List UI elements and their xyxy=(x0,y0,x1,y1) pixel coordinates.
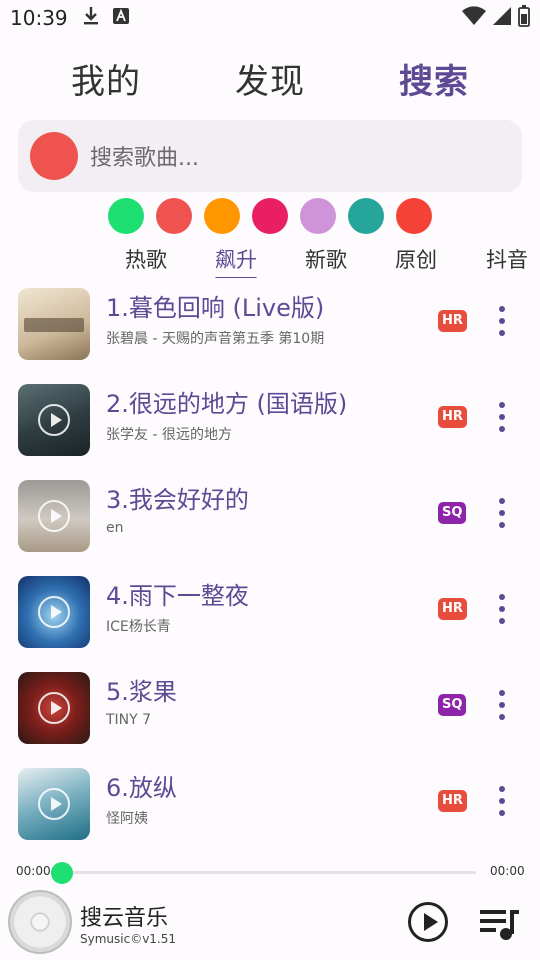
song-title: 4.雨下一整夜 xyxy=(106,582,249,610)
album-cover xyxy=(18,384,90,456)
song-row[interactable]: 3.我会好好的 en SQ xyxy=(0,476,540,556)
song-row[interactable]: 4.雨下一整夜 ICE杨长青 HR xyxy=(0,572,540,652)
tab-discover[interactable]: 发现 xyxy=(235,54,305,103)
album-disc[interactable] xyxy=(8,890,72,954)
quality-badge: HR xyxy=(438,598,467,620)
a-icon xyxy=(112,7,130,30)
status-time: 10:39 xyxy=(10,6,68,30)
battery-icon xyxy=(518,5,530,31)
song-title: 6.放纵 xyxy=(106,774,177,802)
more-options-icon[interactable] xyxy=(496,402,508,432)
app-version: Symusic©v1.51 xyxy=(80,932,177,946)
app-screen: 10:39 我的 发现 搜索 搜索歌曲... 热歌 飙升 新歌 原创 抖音 1.… xyxy=(0,0,540,960)
wifi-icon xyxy=(462,6,486,30)
song-subtitle: 怪阿姨 xyxy=(106,811,148,827)
color-dot[interactable] xyxy=(252,198,288,234)
color-dot[interactable] xyxy=(396,198,432,234)
more-options-icon[interactable] xyxy=(496,690,508,720)
search-input[interactable]: 搜索歌曲... xyxy=(90,140,199,172)
search-bar[interactable]: 搜索歌曲... xyxy=(18,120,522,192)
song-subtitle: 张学友 - 很远的地方 xyxy=(106,427,232,443)
more-options-icon[interactable] xyxy=(496,498,508,528)
mini-player: 搜云音乐 Symusic©v1.51 xyxy=(0,886,540,960)
play-video-icon[interactable] xyxy=(38,596,70,628)
avatar[interactable] xyxy=(30,132,78,180)
color-dot[interactable] xyxy=(204,198,240,234)
song-title: 2.很远的地方 (国语版) xyxy=(106,390,348,418)
song-row[interactable]: 6.放纵 怪阿姨 HR xyxy=(0,764,540,844)
song-subtitle: 张碧晨 - 天赐的声音第五季 第10期 xyxy=(106,331,325,347)
quality-badge: SQ xyxy=(438,694,467,716)
elapsed-time: 00:00 xyxy=(16,864,51,878)
song-subtitle: ICE杨长青 xyxy=(106,619,171,635)
duration-time: 00:00 xyxy=(490,864,525,878)
more-options-icon[interactable] xyxy=(496,594,508,624)
color-dot[interactable] xyxy=(156,198,192,234)
category-tab-douyin[interactable]: 抖音 xyxy=(486,244,528,274)
play-video-icon[interactable] xyxy=(38,788,70,820)
song-row[interactable]: 2.很远的地方 (国语版) 张学友 - 很远的地方 HR xyxy=(0,380,540,460)
playlist-icon[interactable] xyxy=(480,906,520,940)
category-tab-hot[interactable]: 热歌 xyxy=(125,244,167,274)
album-cover xyxy=(18,576,90,648)
color-dot[interactable] xyxy=(348,198,384,234)
song-row[interactable]: 5.浆果 TINY 7 SQ xyxy=(0,668,540,748)
album-cover xyxy=(18,672,90,744)
tab-search[interactable]: 搜索 xyxy=(399,54,469,103)
song-title: 1.暮色回响 (Live版) xyxy=(106,294,325,322)
play-video-icon[interactable] xyxy=(38,692,70,724)
play-button[interactable] xyxy=(408,902,448,942)
category-tab-original[interactable]: 原创 xyxy=(395,244,437,274)
album-cover xyxy=(18,288,90,360)
progress-slider-handle[interactable] xyxy=(51,862,73,884)
song-subtitle: TINY 7 xyxy=(106,712,152,728)
chart-category-tabs: 热歌 飙升 新歌 原创 抖音 xyxy=(0,244,540,278)
quality-badge: HR xyxy=(438,406,467,428)
signal-icon xyxy=(492,6,512,30)
play-video-icon[interactable] xyxy=(38,500,70,532)
progress-track[interactable] xyxy=(62,871,476,874)
album-cover xyxy=(18,768,90,840)
top-tabs: 我的 发现 搜索 xyxy=(0,54,540,104)
song-title: 3.我会好好的 xyxy=(106,486,249,514)
song-subtitle: en xyxy=(106,520,124,536)
playback-progress: 00:00 00:00 xyxy=(0,862,540,884)
song-row[interactable]: 1.暮色回响 (Live版) 张碧晨 - 天赐的声音第五季 第10期 HR xyxy=(0,284,540,364)
quality-badge: HR xyxy=(438,310,467,332)
album-cover xyxy=(18,480,90,552)
song-title: 5.浆果 xyxy=(106,678,177,706)
quality-badge: SQ xyxy=(438,502,467,524)
download-icon xyxy=(82,6,100,31)
more-options-icon[interactable] xyxy=(496,306,508,336)
category-tab-new[interactable]: 新歌 xyxy=(305,244,347,274)
color-dot[interactable] xyxy=(300,198,336,234)
more-options-icon[interactable] xyxy=(496,786,508,816)
player-title: 搜云音乐 xyxy=(80,906,169,931)
theme-color-picker xyxy=(0,198,540,234)
category-tab-rising[interactable]: 飙升 xyxy=(215,244,257,278)
tab-mine[interactable]: 我的 xyxy=(71,54,141,103)
play-video-icon[interactable] xyxy=(38,404,70,436)
color-dot[interactable] xyxy=(108,198,144,234)
quality-badge: HR xyxy=(438,790,467,812)
status-bar: 10:39 xyxy=(0,0,540,36)
